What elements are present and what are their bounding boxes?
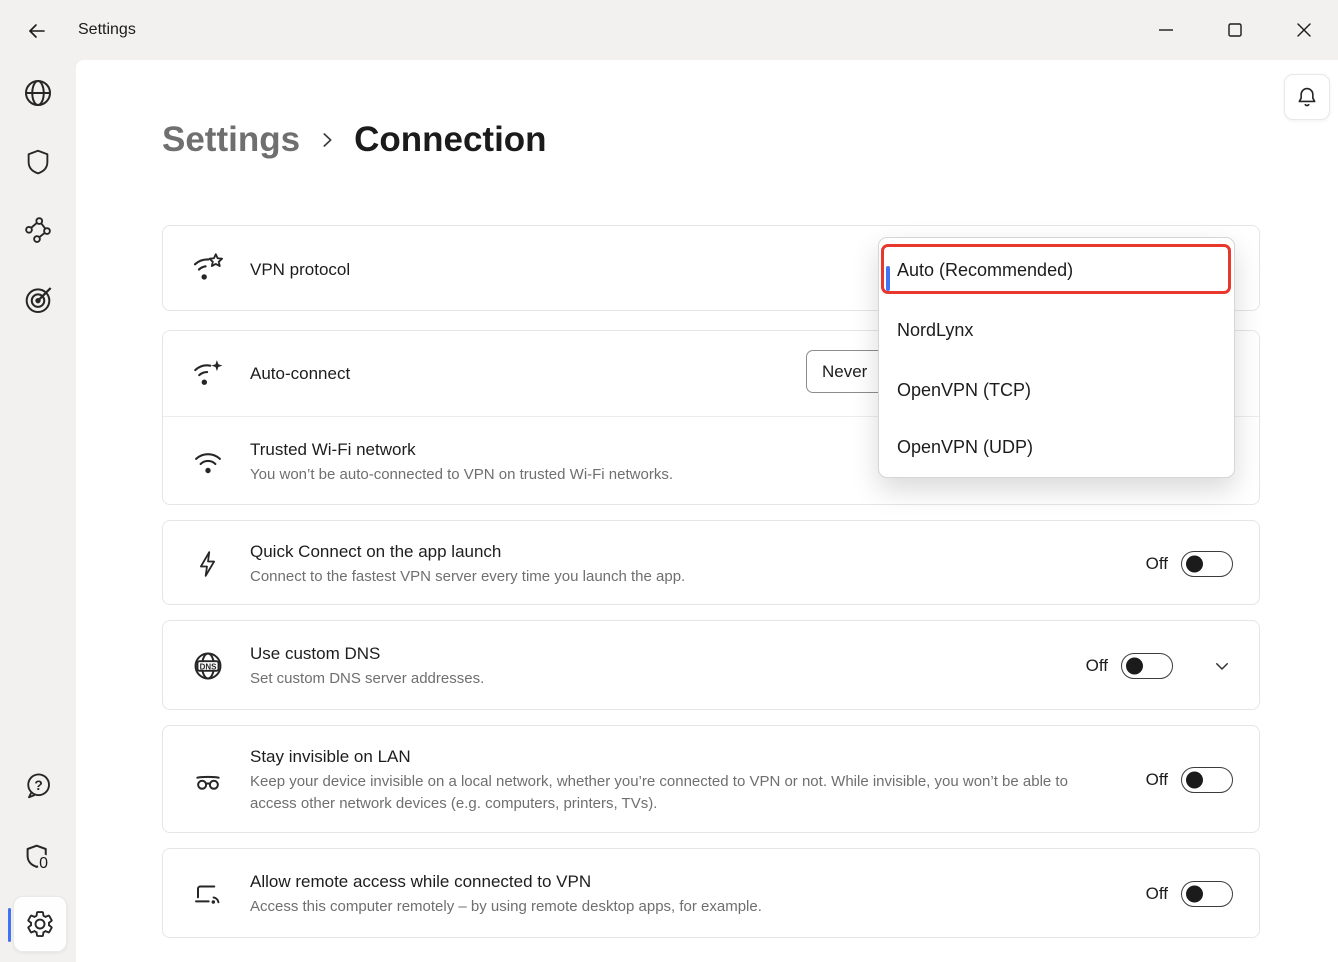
setting-description: Access this computer remotely – by using… (250, 896, 762, 918)
quick-connect-toggle[interactable] (1181, 551, 1233, 577)
custom-dns-expand-button[interactable] (1211, 655, 1233, 677)
maximize-icon (1225, 20, 1245, 40)
bell-icon (1294, 84, 1320, 110)
wifi-icon (191, 445, 225, 479)
sidebar-item-settings-active[interactable] (13, 896, 67, 952)
setting-row-quick-connect: Quick Connect on the app launch Connect … (163, 521, 1259, 606)
minimize-icon (1156, 20, 1176, 40)
card-quick-connect: Quick Connect on the app launch Connect … (162, 520, 1260, 605)
maximize-button[interactable] (1200, 0, 1269, 60)
gear-icon (25, 909, 55, 939)
toggle-knob (1186, 886, 1203, 903)
selected-option-indicator (886, 266, 890, 291)
toggle-knob (1186, 772, 1203, 789)
toggle-state-label: Off (1146, 554, 1168, 574)
dns-globe-icon: DNS (191, 649, 225, 683)
dropdown-option-nordlynx[interactable]: NordLynx (879, 302, 1234, 358)
minimize-button[interactable] (1131, 0, 1200, 60)
dropdown-option-label: OpenVPN (TCP) (897, 380, 1031, 401)
window-controls (1131, 0, 1338, 60)
sidebar-item-security[interactable] (16, 140, 60, 184)
shield-icon (23, 147, 53, 177)
sidebar-item-meshnet[interactable] (16, 208, 60, 252)
setting-description: Connect to the fastest VPN server every … (250, 566, 685, 588)
sidebar-item-servers[interactable] (16, 71, 60, 115)
globe-icon (22, 77, 54, 109)
back-arrow-icon (25, 19, 49, 43)
breadcrumb-connection: Connection (354, 120, 546, 160)
setting-title: Stay invisible on LAN (250, 745, 1068, 768)
setting-description: Set custom DNS server addresses. (250, 668, 484, 690)
dropdown-option-label: Auto (Recommended) (897, 260, 1073, 281)
threat-count: 0 (39, 855, 48, 872)
setting-title: Trusted Wi-Fi network (250, 438, 673, 461)
setting-title: Allow remote access while connected to V… (250, 870, 762, 893)
invisible-lan-toggle[interactable] (1181, 767, 1233, 793)
card-invisible-lan: Stay invisible on LAN Keep your device i… (162, 725, 1260, 833)
svg-text:?: ? (34, 778, 42, 793)
card-custom-dns: DNS Use custom DNS Set custom DNS server… (162, 620, 1260, 710)
setting-title: Auto-connect (250, 362, 350, 385)
window-title: Settings (78, 21, 136, 39)
toggle-knob (1186, 555, 1203, 572)
setting-description: Keep your device invisible on a local ne… (250, 771, 1068, 815)
toggle-state-label: Off (1146, 770, 1168, 790)
setting-title: Use custom DNS (250, 642, 484, 665)
sidebar-item-dedicated-ip[interactable] (16, 278, 60, 322)
active-nav-indicator (8, 908, 11, 942)
dropdown-option-openvpn-tcp[interactable]: OpenVPN (TCP) (879, 362, 1234, 418)
close-button[interactable] (1269, 0, 1338, 60)
sidebar: ? 0 (0, 60, 76, 962)
chevron-down-icon (1213, 657, 1231, 675)
sidebar-item-help[interactable]: ? (16, 764, 60, 808)
card-remote-access: Allow remote access while connected to V… (162, 848, 1260, 938)
dropdown-option-openvpn-udp[interactable]: OpenVPN (UDP) (879, 420, 1234, 474)
laptop-signal-icon (191, 877, 225, 911)
sidebar-item-threat-protection[interactable]: 0 (16, 835, 60, 879)
setting-row-remote-access: Allow remote access while connected to V… (163, 849, 1259, 939)
dropdown-option-label: OpenVPN (UDP) (897, 437, 1033, 458)
incognito-icon (191, 763, 225, 797)
dns-icon-text: DNS (200, 662, 217, 671)
breadcrumb: Settings Connection (162, 116, 547, 164)
toggle-state-label: Off (1146, 884, 1168, 904)
back-button[interactable] (22, 16, 52, 46)
chevron-right-icon (316, 129, 338, 151)
titlebar: Settings (0, 0, 1338, 60)
setting-row-custom-dns: DNS Use custom DNS Set custom DNS server… (163, 621, 1259, 711)
breadcrumb-settings[interactable]: Settings (162, 120, 300, 160)
dropdown-option-auto[interactable]: Auto (Recommended) (879, 246, 1234, 294)
setting-title: Quick Connect on the app launch (250, 540, 685, 563)
setting-title: VPN protocol (250, 258, 350, 281)
close-icon (1294, 20, 1314, 40)
help-bubble-icon: ? (23, 771, 53, 801)
bolt-icon (191, 547, 225, 581)
wifi-plus-icon (191, 357, 225, 391)
setting-row-invisible-lan: Stay invisible on LAN Keep your device i… (163, 726, 1259, 834)
setting-description: You won’t be auto-connected to VPN on tr… (250, 464, 673, 486)
network-nodes-icon (23, 215, 53, 245)
wifi-star-icon (191, 252, 225, 286)
target-icon (22, 284, 54, 316)
remote-access-toggle[interactable] (1181, 881, 1233, 907)
settings-page: Settings Connection VPN protocol Auto-co… (76, 60, 1338, 962)
custom-dns-toggle[interactable] (1121, 653, 1173, 679)
vpn-protocol-dropdown: Auto (Recommended) NordLynx OpenVPN (TCP… (878, 237, 1235, 478)
dropdown-option-label: NordLynx (897, 320, 973, 341)
threat-shield-icon: 0 (22, 841, 54, 873)
notifications-button[interactable] (1284, 74, 1330, 120)
toggle-state-label: Off (1086, 656, 1108, 676)
toggle-knob (1126, 658, 1143, 675)
